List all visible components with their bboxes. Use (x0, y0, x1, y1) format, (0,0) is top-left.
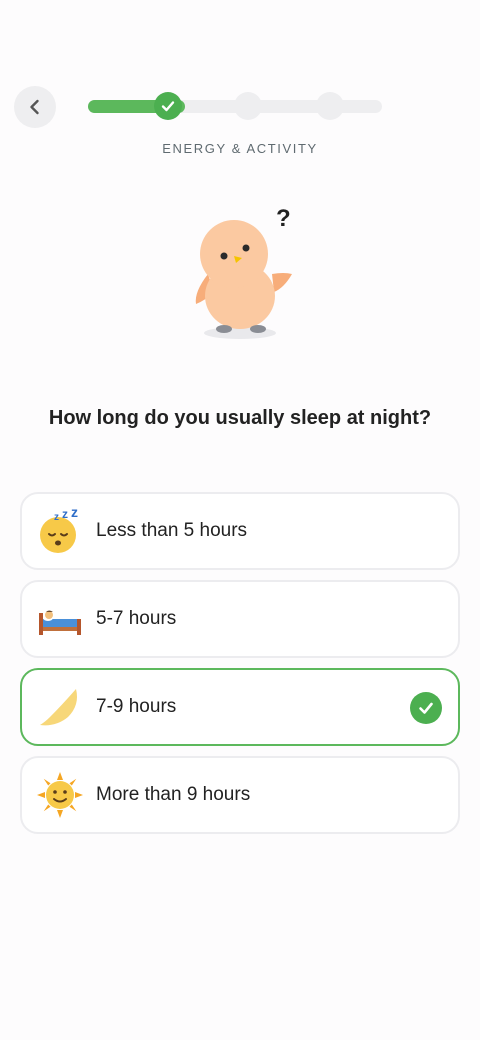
option-more-than-9-hours[interactable]: More than 9 hours (20, 756, 460, 834)
option-label: 5-7 hours (96, 608, 177, 629)
svg-text:z: z (54, 512, 59, 523)
sleeping-face-icon: z z z (40, 507, 78, 553)
option-label: More than 9 hours (96, 784, 251, 805)
mascot-illustration: ? (195, 205, 292, 339)
back-button[interactable] (14, 86, 56, 128)
crescent-moon-icon (40, 689, 77, 726)
check-icon (161, 101, 175, 112)
progress-step (316, 92, 344, 120)
progress-step (234, 92, 262, 120)
question-title: How long do you usually sleep at night? (48, 407, 432, 429)
svg-text:?: ? (276, 205, 291, 232)
option-label: 7-9 hours (96, 696, 177, 717)
person-in-bed-icon (39, 610, 81, 635)
option-less-than-5-hours[interactable]: z z z Less than 5 hours (20, 492, 460, 570)
svg-text:z: z (71, 507, 78, 520)
sun-with-face-icon (37, 772, 83, 818)
check-icon (419, 702, 433, 714)
progress-bar (88, 92, 382, 120)
svg-text:z: z (62, 507, 68, 521)
chevron-left-icon (30, 99, 39, 115)
onboarding-screen: ENERGY & ACTIVITY ? How long do you usua… (0, 0, 480, 1040)
selected-check-badge (410, 692, 442, 724)
option-7-9-hours[interactable]: 7-9 hours (20, 668, 460, 746)
option-label: Less than 5 hours (96, 520, 248, 541)
progress-step-completed (154, 92, 182, 120)
option-5-7-hours[interactable]: 5-7 hours (20, 580, 460, 658)
section-label: ENERGY & ACTIVITY (162, 141, 318, 156)
